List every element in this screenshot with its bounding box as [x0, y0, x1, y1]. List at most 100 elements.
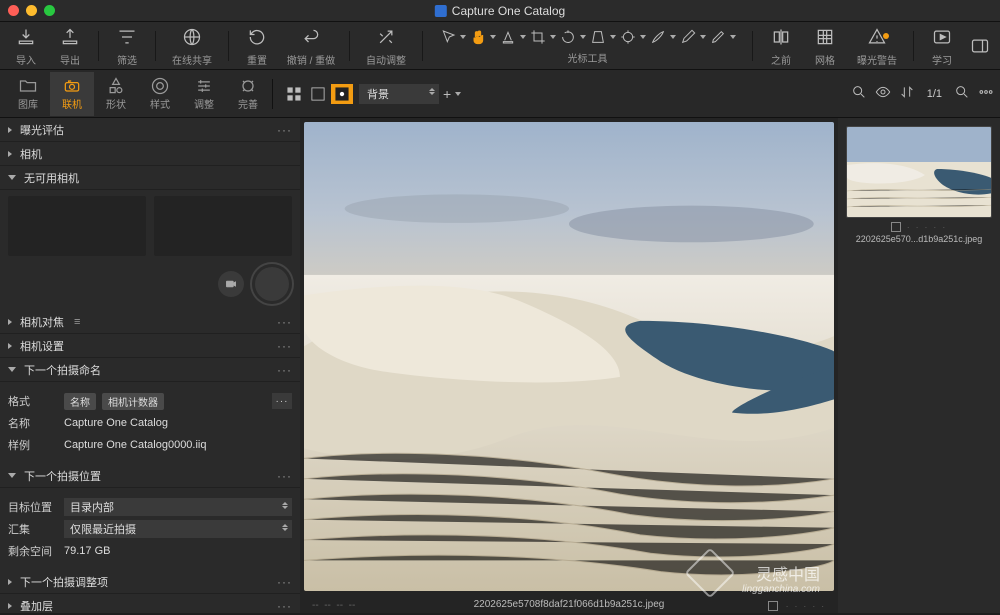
section-menu-icon[interactable]: ···: [277, 575, 292, 589]
free-space-value: 79.17 GB: [64, 545, 110, 557]
pointer-tool[interactable]: [440, 26, 466, 48]
exposure-warning-button[interactable]: 曝光警告: [849, 25, 905, 67]
section-menu-icon[interactable]: ···: [277, 469, 292, 483]
minimize-window-button[interactable]: [26, 5, 37, 16]
capture-shutter-button[interactable]: [252, 264, 292, 304]
export-button[interactable]: 导出: [50, 25, 90, 67]
name-label: 名称: [8, 415, 58, 431]
section-next-capture-adjust[interactable]: 下一个拍摄调整项 ···: [0, 570, 300, 594]
hand-tool[interactable]: [470, 26, 496, 48]
close-window-button[interactable]: [8, 5, 19, 16]
viewer-footer: -- -- -- -- 2202625e5708f8daf21f066d1b9a…: [300, 595, 838, 613]
format-more-button[interactable]: ···: [272, 393, 292, 409]
visibility-toggle-button[interactable]: [875, 84, 891, 103]
rating-display[interactable]: · · · · ·: [786, 602, 826, 611]
format-label: 格式: [8, 393, 58, 409]
dest-select[interactable]: 目录内部: [64, 498, 292, 516]
browser-header-controls: 1/1: [851, 84, 994, 103]
left-sidebar: 曝光评估 ··· 相机 无可用相机 相机对焦 ≡ ··· 相机设置 ···: [0, 118, 300, 613]
live-view-button[interactable]: [218, 271, 244, 297]
view-grid-button[interactable]: [283, 84, 305, 104]
search-browser-button[interactable]: [851, 84, 867, 103]
app-logo-icon: [435, 5, 447, 17]
thumb-rating[interactable]: · · · · ·: [907, 223, 947, 232]
before-after-button[interactable]: 之前: [761, 25, 801, 67]
import-button[interactable]: 导入: [6, 25, 46, 67]
eyedropper-tool[interactable]: [680, 26, 706, 48]
camera-preview-box: [8, 196, 146, 256]
name-value[interactable]: Capture One Catalog: [64, 417, 168, 429]
reset-button[interactable]: 重置: [237, 25, 277, 67]
window-title: Capture One Catalog: [435, 4, 565, 18]
view-single-button[interactable]: [307, 84, 329, 104]
section-menu-icon[interactable]: ···: [277, 123, 292, 137]
thumb-file-name: 2202625e570...d1b9a251c.jpeg: [846, 234, 992, 244]
tool-tabs-row: 图库 联机 形状 样式 调整 完善 背景 + 1/1: [0, 70, 1000, 118]
grid-icon: [815, 27, 835, 50]
share-button[interactable]: 在线共享: [164, 25, 220, 67]
free-space-label: 剩余空间: [8, 543, 58, 559]
tool-tab-tether[interactable]: 联机: [50, 72, 94, 116]
zoom-browser-button[interactable]: [954, 84, 970, 103]
tool-tab-adjust[interactable]: 调整: [182, 72, 226, 116]
tool-tab-style[interactable]: 样式: [138, 72, 182, 116]
section-overlay[interactable]: 叠加层 ···: [0, 594, 300, 613]
grid-button[interactable]: 网格: [805, 25, 845, 67]
section-camera-focus[interactable]: 相机对焦 ≡ ···: [0, 310, 300, 334]
reset-icon: [247, 27, 267, 50]
fill-tool[interactable]: [500, 26, 526, 48]
section-next-capture-location[interactable]: 下一个拍摄位置 ···: [0, 464, 300, 488]
play-icon: [932, 27, 952, 50]
section-next-capture-naming[interactable]: 下一个拍摄命名 ···: [0, 358, 300, 382]
spot-tool[interactable]: [620, 26, 646, 48]
export-icon: [60, 27, 80, 50]
tool-tab-library[interactable]: 图库: [6, 72, 50, 116]
thumbnail[interactable]: [846, 126, 992, 218]
pick-checkbox[interactable]: [768, 601, 778, 611]
section-menu-icon[interactable]: ···: [277, 339, 292, 353]
tool-tab-shape[interactable]: 形状: [94, 72, 138, 116]
background-select[interactable]: 背景: [359, 84, 439, 104]
learn-button[interactable]: 学习: [922, 25, 962, 67]
section-exposure-eval[interactable]: 曝光评估 ···: [0, 118, 300, 142]
maximize-window-button[interactable]: [44, 5, 55, 16]
pin-icon[interactable]: ≡: [74, 316, 80, 328]
collect-select[interactable]: 仅限最近拍摄: [64, 520, 292, 538]
notification-dot: [883, 33, 889, 39]
image-canvas-container[interactable]: [304, 122, 834, 591]
dest-label: 目标位置: [8, 499, 58, 515]
section-menu-icon[interactable]: ···: [277, 363, 292, 377]
chevron-right-icon: [8, 127, 12, 133]
panel-toggle-button[interactable]: [966, 32, 994, 60]
filter-button[interactable]: 筛选: [107, 25, 147, 67]
cursor-tools-label: 光标工具: [568, 50, 608, 65]
crop-tool[interactable]: [530, 26, 556, 48]
image-count: 1/1: [923, 88, 946, 100]
titlebar: Capture One Catalog: [0, 0, 1000, 22]
undo-redo-button[interactable]: 撤销 / 重做: [281, 25, 341, 67]
import-icon: [16, 27, 36, 50]
annotate-tool[interactable]: [710, 26, 736, 48]
add-variant-button[interactable]: +: [443, 86, 461, 102]
browser-menu-button[interactable]: [978, 84, 994, 103]
keystone-tool[interactable]: [590, 26, 616, 48]
tool-tab-enhance[interactable]: 完善: [226, 72, 270, 116]
rotate-tool[interactable]: [560, 26, 586, 48]
section-camera-settings[interactable]: 相机设置 ···: [0, 334, 300, 358]
section-no-camera[interactable]: 无可用相机: [0, 166, 300, 190]
auto-adjust-button[interactable]: 自动调整: [358, 25, 414, 67]
filter-icon: [117, 27, 137, 50]
section-menu-icon[interactable]: ···: [277, 315, 292, 329]
before-after-icon: [771, 27, 791, 50]
view-proof-button[interactable]: [331, 84, 353, 104]
sort-button[interactable]: [899, 84, 915, 103]
collect-label: 汇集: [8, 521, 58, 537]
thumb-pick-checkbox[interactable]: [891, 222, 901, 232]
token-name[interactable]: 名称: [64, 393, 96, 410]
token-counter[interactable]: 相机计数器: [102, 393, 164, 410]
section-menu-icon[interactable]: ···: [277, 599, 292, 613]
section-camera[interactable]: 相机: [0, 142, 300, 166]
cursor-tools-strip: [440, 26, 736, 48]
undo-redo-icon: [301, 27, 321, 50]
brush-tool[interactable]: [650, 26, 676, 48]
